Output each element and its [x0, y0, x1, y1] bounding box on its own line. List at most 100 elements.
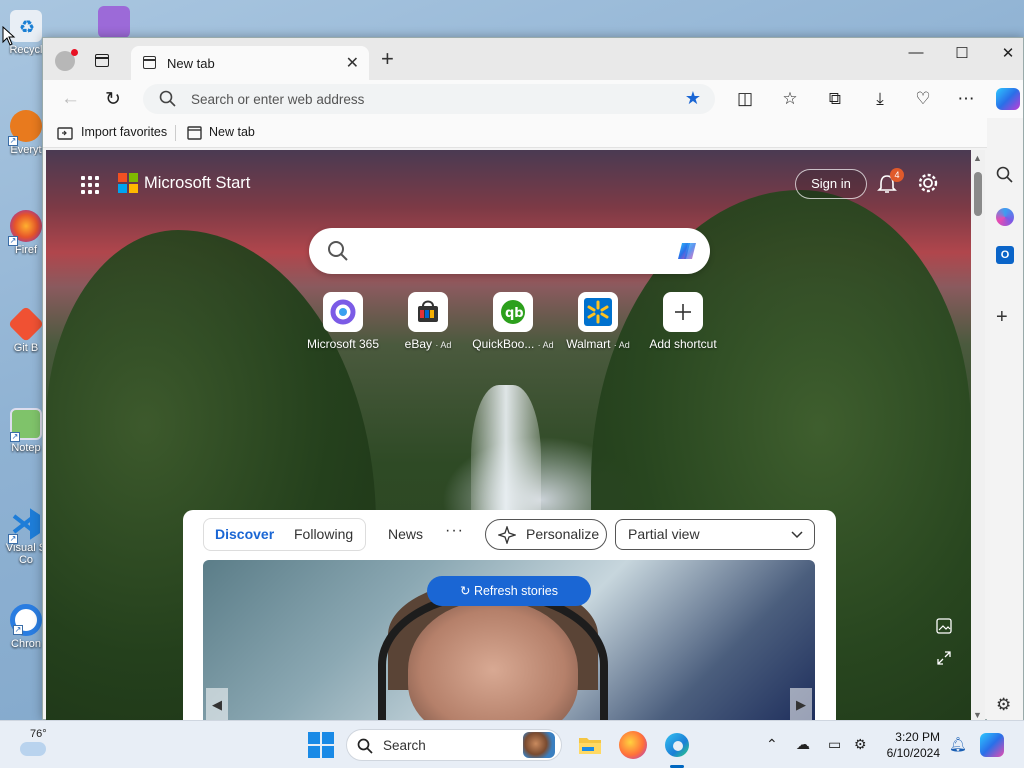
tab-title: New tab: [167, 56, 215, 71]
notifications-button[interactable]: 4: [876, 168, 904, 200]
network-status-icon[interactable]: ⚙: [854, 736, 867, 753]
taskbar-search[interactable]: Search: [346, 729, 562, 761]
microsoft-365-icon: [323, 292, 363, 332]
search-icon[interactable]: [996, 166, 1014, 184]
favorite-star-icon[interactable]: ★: [685, 88, 701, 109]
shortcut-walmart[interactable]: Walmart · Ad: [556, 292, 640, 351]
maximize-button[interactable]: ☐: [939, 44, 985, 62]
feed-more-button[interactable]: ···: [445, 522, 464, 540]
system-clock[interactable]: 3:20 PM 6/10/2024: [880, 729, 940, 761]
file-explorer-button[interactable]: [576, 731, 604, 759]
sign-in-button[interactable]: Sign in: [795, 169, 867, 199]
split-screen-icon[interactable]: ◫: [735, 89, 755, 109]
expand-icon[interactable]: [936, 650, 952, 669]
copilot-taskbar-icon[interactable]: [980, 733, 1004, 757]
page-content: Microsoft Start Sign in 4 Microsoft 365 …: [46, 150, 971, 721]
visual-studio-icon: [98, 6, 130, 38]
shortcut-label: Walmart: [566, 337, 611, 351]
collections-icon[interactable]: ⧉: [825, 89, 845, 109]
search-icon: [328, 241, 348, 261]
browser-toolbar: ← ↻ Search or enter web address ★ ◫ ☆ ⧉ …: [43, 80, 1023, 118]
shortcut-label: QuickBoo...: [472, 337, 535, 351]
carousel-prev-button[interactable]: ◀: [206, 688, 228, 721]
downloads-icon[interactable]: ⤓: [870, 89, 890, 109]
outlook-icon[interactable]: O: [996, 246, 1014, 264]
shortcut-label: Add shortcut: [649, 337, 717, 351]
show-hidden-icons-chevron-up-icon[interactable]: ⌃: [766, 736, 778, 753]
mouse-cursor-icon: [2, 26, 16, 46]
favorites-separator: [175, 125, 176, 141]
notification-bell-icon[interactable]: 🔔︎: [949, 736, 967, 753]
walmart-icon: [578, 292, 618, 332]
notification-badge: 4: [890, 168, 904, 182]
edge-icon: [665, 733, 689, 757]
tab-discover[interactable]: Discover: [215, 526, 274, 542]
favorites-icon[interactable]: ☆: [780, 89, 800, 109]
refresh-stories-label: Refresh stories: [473, 584, 558, 598]
personalize-button[interactable]: Personalize: [485, 519, 607, 550]
more-options-icon[interactable]: ⋯: [956, 89, 976, 109]
desktop-icon-visual-studio[interactable]: [92, 6, 136, 38]
address-bar[interactable]: Search or enter web address ★: [143, 84, 715, 114]
web-search-box[interactable]: [309, 228, 710, 274]
gear-icon: [918, 173, 938, 193]
profile-avatar[interactable]: [55, 49, 78, 71]
shortcut-microsoft-365[interactable]: Microsoft 365: [301, 292, 385, 351]
svg-text:qb: qb: [505, 306, 524, 321]
folder-icon: [579, 738, 601, 754]
shortcut-ebay[interactable]: eBay · Ad: [386, 292, 470, 351]
copilot-icon[interactable]: [672, 237, 700, 265]
sparkle-icon: [498, 526, 516, 544]
chevron-down-icon: [791, 531, 803, 539]
chrome-icon: ↗: [10, 604, 42, 636]
new-tab-button[interactable]: +: [381, 48, 394, 70]
scroll-thumb[interactable]: [974, 172, 982, 216]
view-select[interactable]: Partial view: [615, 519, 815, 550]
shortcut-label: Microsoft 365: [306, 337, 380, 351]
refresh-icon: ↻: [459, 584, 474, 598]
browser-essentials-icon[interactable]: ♡: [913, 89, 933, 109]
vertical-scrollbar[interactable]: ▲ ▼: [971, 150, 985, 721]
add-sidebar-app-icon[interactable]: +: [996, 307, 1014, 327]
scroll-up-arrow[interactable]: ▲: [973, 153, 982, 163]
apps-grid-icon[interactable]: [81, 176, 99, 194]
tab-news[interactable]: News: [388, 526, 423, 542]
carousel-next-button[interactable]: ▶: [790, 688, 812, 721]
scroll-down-arrow[interactable]: ▼: [973, 710, 982, 720]
sidebar-settings-gear-icon[interactable]: ⚙: [996, 696, 1014, 714]
back-button[interactable]: ←: [61, 88, 80, 110]
search-highlight-image: [523, 732, 555, 758]
new-tab-fav-link[interactable]: New tab: [209, 125, 255, 139]
close-window-button[interactable]: ✕: [985, 44, 1024, 62]
title-bar: New tab ✕ + — ☐ ✕: [43, 38, 1023, 80]
copilot-sidebar-icon[interactable]: [996, 88, 1020, 110]
taskbar-search-label: Search: [383, 738, 426, 753]
shortcut-add[interactable]: Add shortcut: [641, 292, 725, 351]
shortcut-quickbooks[interactable]: qb QuickBoo... · Ad: [471, 292, 555, 351]
microsoft-365-sidebar-icon[interactable]: [996, 208, 1014, 226]
news-feed-panel: Discover Following News ··· Personalize …: [183, 510, 836, 721]
brand-title[interactable]: Microsoft Start: [144, 174, 250, 193]
display-icon[interactable]: ▭: [828, 736, 841, 753]
firefox-taskbar-button[interactable]: [619, 731, 647, 759]
settings-button[interactable]: [917, 172, 939, 199]
import-favorites-link[interactable]: Import favorites: [81, 125, 167, 139]
tab-close-icon[interactable]: ✕: [346, 53, 359, 73]
onedrive-offline-icon[interactable]: ☁: [796, 736, 810, 753]
taskbar: 76° Search ⌃ ☁ ▭ ⚙ 3:20 PM 6/10/2024 🔔︎: [0, 720, 1024, 768]
tab-new-tab[interactable]: New tab ✕: [131, 46, 369, 80]
tab-actions-icon[interactable]: [95, 54, 109, 67]
minimize-button[interactable]: —: [893, 44, 939, 61]
shortcut-label: eBay: [404, 337, 432, 351]
browser-window: New tab ✕ + — ☐ ✕ ← ↻ Search or enter we…: [42, 37, 1024, 721]
background-info-icon[interactable]: [936, 618, 952, 637]
refresh-stories-button[interactable]: ↻ Refresh stories: [427, 576, 591, 606]
refresh-button[interactable]: ↻: [105, 88, 121, 111]
clock-time: 3:20 PM: [895, 730, 940, 744]
start-button[interactable]: [307, 731, 335, 759]
tab-following[interactable]: Following: [294, 526, 353, 542]
notepad-icon: ↗: [10, 408, 42, 442]
edge-taskbar-button[interactable]: [663, 731, 691, 759]
address-input[interactable]: Search or enter web address: [191, 92, 364, 107]
ad-label: · Ad: [613, 340, 630, 350]
